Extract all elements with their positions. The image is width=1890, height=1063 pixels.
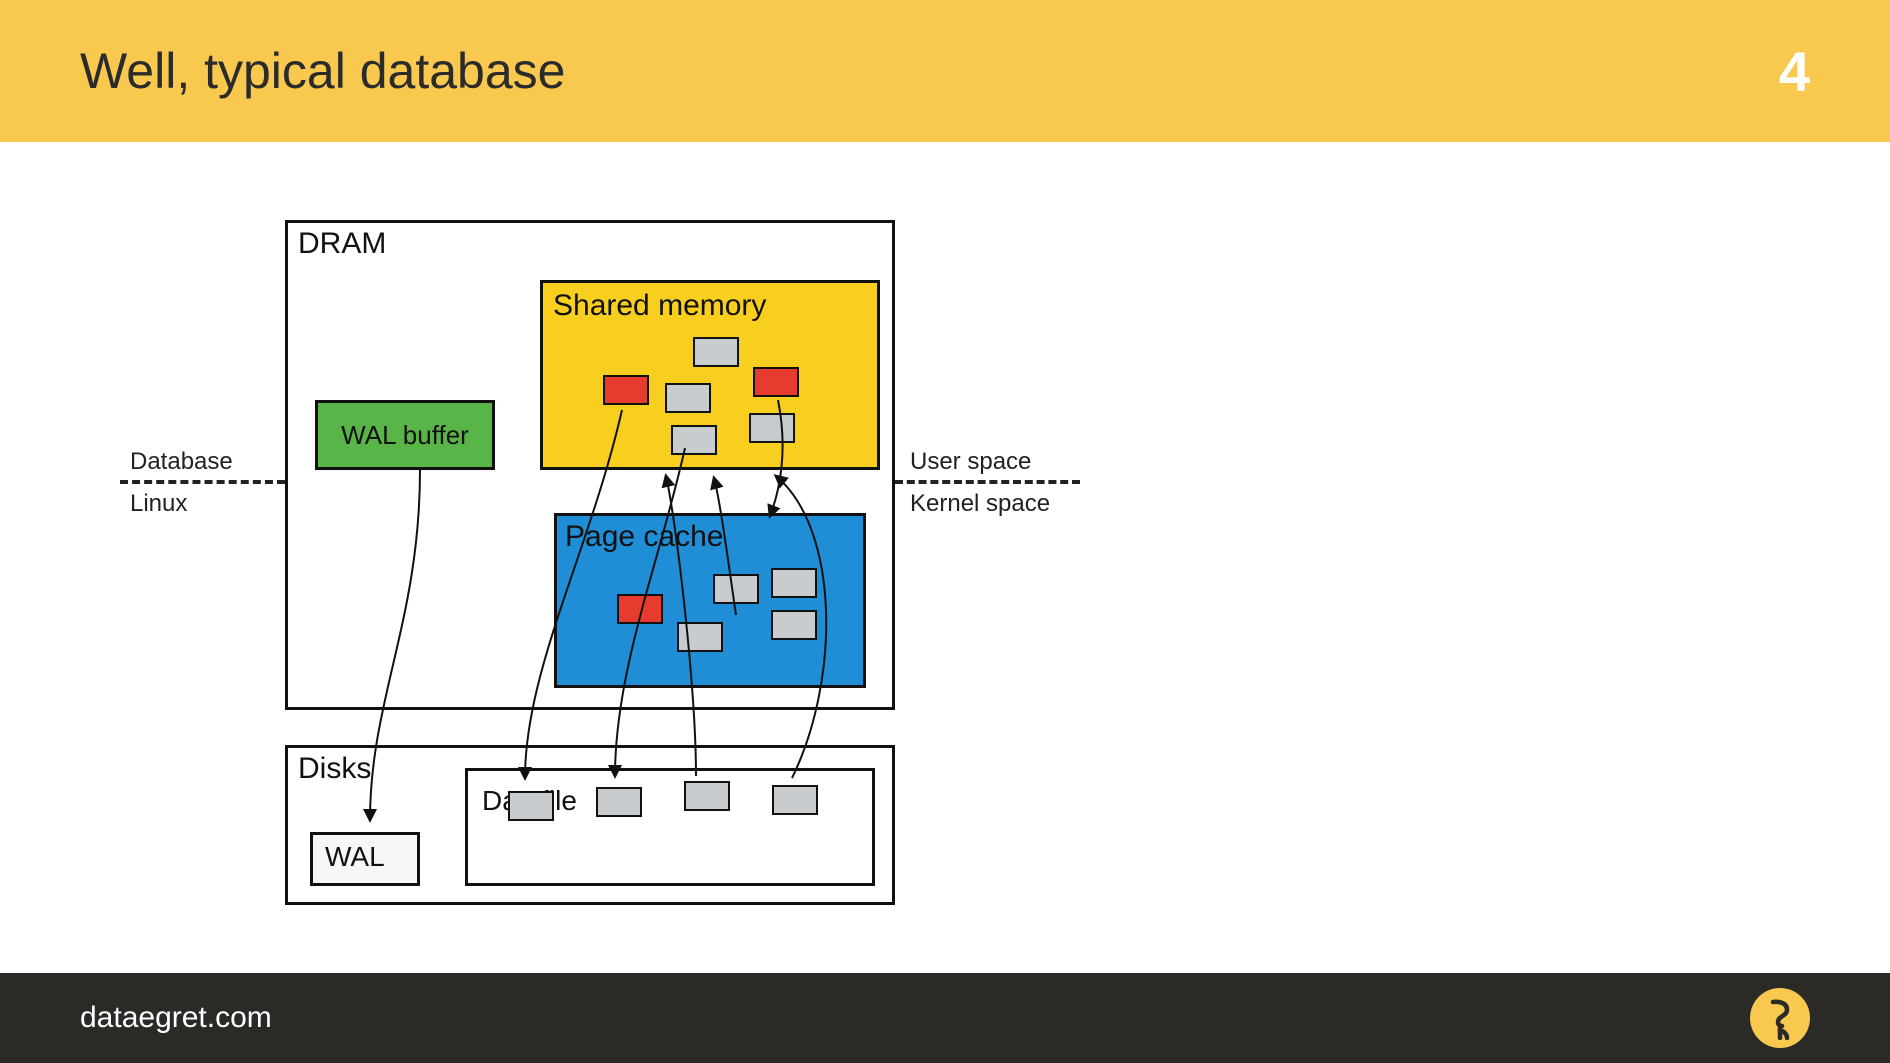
shared-memory-label: Shared memory [553, 289, 877, 323]
slide-number: 4 [1779, 39, 1810, 104]
pagecache-chip-gray [771, 568, 817, 598]
label-kernel-space: Kernel space [910, 490, 1050, 518]
datafile-chip [508, 791, 554, 821]
page-cache-box: Page cache [554, 513, 866, 688]
pagecache-chip-gray [677, 622, 723, 652]
wal-file-label: WAL [313, 835, 417, 873]
divider-user-kernel-left [120, 480, 285, 484]
pagecache-chip-red [617, 594, 663, 624]
label-user-space: User space [910, 448, 1031, 476]
datafile-box: Datafile [465, 768, 875, 886]
dram-label: DRAM [298, 227, 386, 261]
brand-logo-icon [1750, 988, 1810, 1048]
wal-buffer-label: WAL buffer [341, 420, 469, 451]
shared-chip-red [603, 375, 649, 405]
diagram-stage: Database Linux User space Kernel space D… [120, 200, 1080, 920]
datafile-chip [596, 787, 642, 817]
slide-title: Well, typical database [80, 42, 565, 100]
shared-chip-gray [693, 337, 739, 367]
shared-memory-box: Shared memory [540, 280, 880, 470]
slide-header: Well, typical database 4 [0, 0, 1890, 142]
shared-chip-gray [671, 425, 717, 455]
pagecache-chip-gray [771, 610, 817, 640]
shared-chip-gray [665, 383, 711, 413]
disks-label: Disks [298, 752, 371, 786]
datafile-chip [684, 781, 730, 811]
datafile-chip [772, 785, 818, 815]
wal-file-box: WAL [310, 832, 420, 886]
shared-chip-gray [749, 413, 795, 443]
shared-chip-red [753, 367, 799, 397]
slide-footer: dataegret.com [0, 973, 1890, 1063]
divider-user-kernel-right [895, 480, 1080, 484]
label-linux: Linux [130, 490, 187, 518]
pagecache-chip-gray [713, 574, 759, 604]
wal-buffer-box: WAL buffer [315, 400, 495, 470]
page-cache-label: Page cache [565, 520, 863, 554]
footer-site: dataegret.com [80, 1001, 272, 1035]
label-database: Database [130, 448, 233, 476]
